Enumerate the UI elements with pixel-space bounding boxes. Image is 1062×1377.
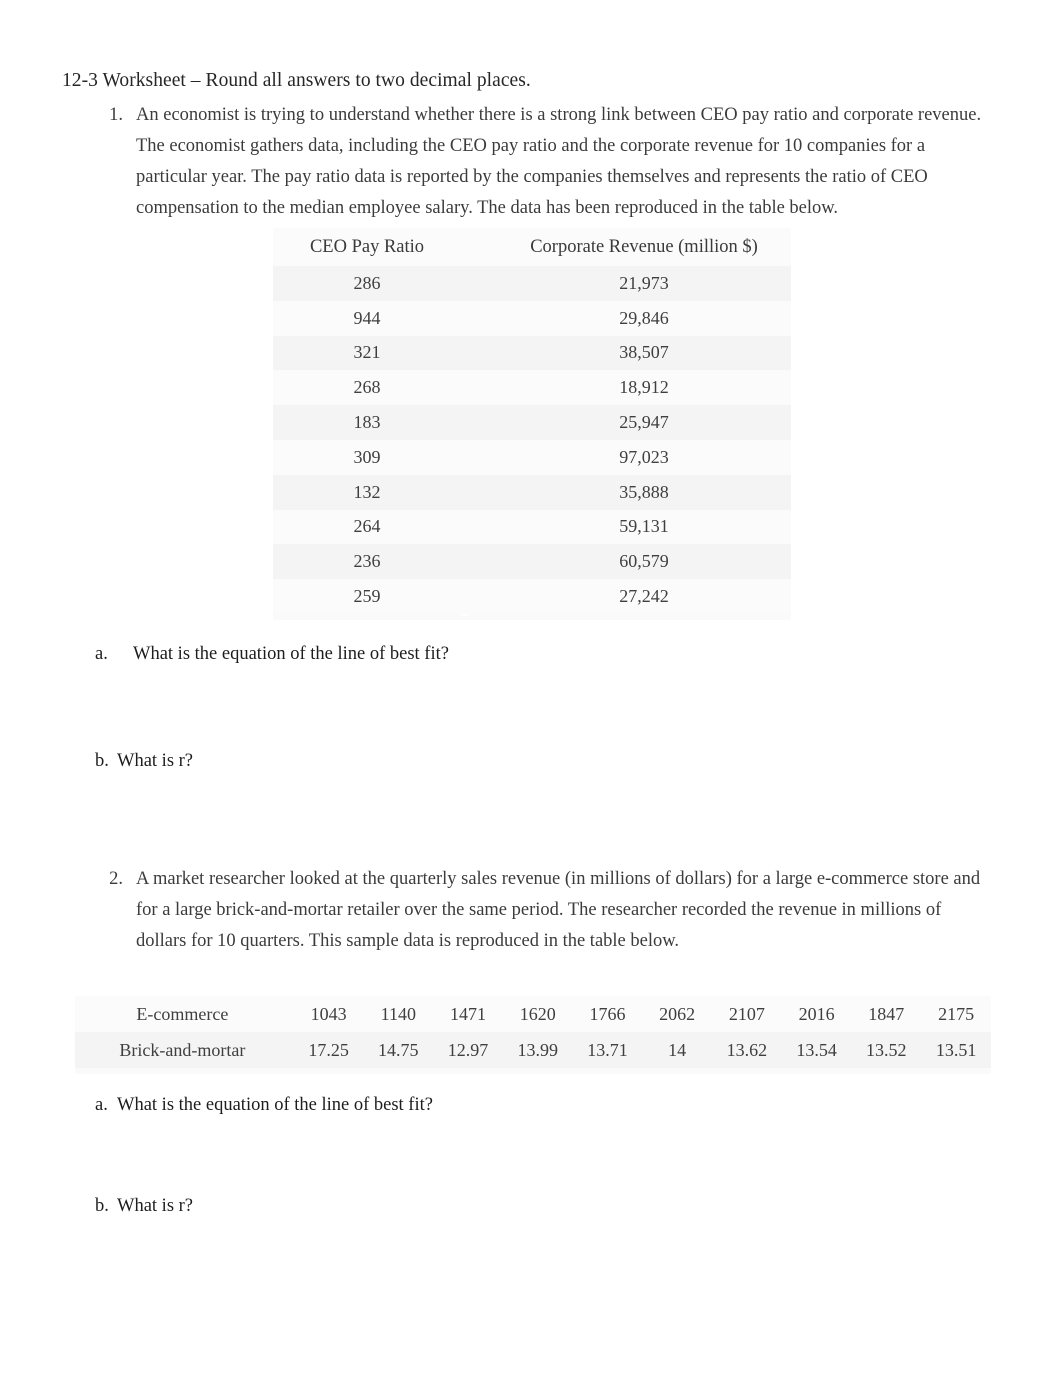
sub-item-text: What is the equation of the line of best… (133, 644, 449, 664)
cell-pay-ratio: 259 (353, 586, 381, 607)
table-row: 309 97,023 (273, 440, 791, 475)
column-spacer (461, 475, 497, 510)
cell-ecommerce-q5: 1766 (589, 1003, 626, 1024)
question-1-sub-b: b. What is r? (95, 747, 193, 775)
cell-brick-q7: 13.62 (726, 1039, 768, 1060)
question-1-sub-a: a. What is the equation of the line of be… (95, 640, 449, 668)
column-spacer (461, 579, 497, 614)
cell-ecommerce-q4: 1620 (519, 1003, 556, 1024)
cell-brick-q4: 13.99 (517, 1039, 558, 1060)
page-title: 12-3 Worksheet – Round all answers to tw… (62, 70, 531, 91)
cell-pay-ratio: 183 (353, 412, 381, 433)
column-spacer (461, 228, 497, 266)
cell-brick-q2: 14.75 (378, 1039, 419, 1060)
cell-pay-ratio: 286 (353, 272, 381, 293)
column-spacer (461, 266, 497, 301)
cell-revenue: 35,888 (619, 481, 669, 502)
column-header-ceo-pay-ratio: CEO Pay Ratio (309, 236, 425, 257)
column-spacer (461, 544, 497, 579)
table-row: 944 29,846 (273, 301, 791, 336)
cell-brick-q1: 17.25 (308, 1039, 349, 1060)
worksheet-page: 12-3 Worksheet – Round all answers to tw… (0, 0, 1062, 1377)
question-2-sub-a: a. What is the equation of the line of be… (95, 1091, 433, 1119)
cell-pay-ratio: 264 (353, 516, 381, 537)
cell-brick-q8: 13.54 (796, 1039, 837, 1060)
table-header-row: CEO Pay Ratio Corporate Revenue (million… (273, 228, 791, 266)
question-1-number: 1. (109, 105, 123, 125)
cell-revenue: 27,242 (619, 586, 669, 607)
cell-revenue: 21,973 (619, 272, 669, 293)
question-2-text: A market researcher looked at the quarte… (136, 869, 981, 951)
column-spacer (461, 370, 497, 405)
cell-brick-q3: 12.97 (447, 1039, 489, 1060)
ceo-pay-ratio-table: CEO Pay Ratio Corporate Revenue (million… (273, 228, 791, 614)
table-row: 321 38,507 (273, 335, 791, 371)
row-label-brick-and-mortar: Brick-and-mortar (119, 1039, 246, 1060)
column-spacer (461, 336, 497, 371)
sub-item-letter: b. (95, 1196, 109, 1216)
cell-ecommerce-q9: 1847 (868, 1003, 905, 1024)
column-spacer (461, 510, 497, 545)
cell-revenue: 59,131 (619, 516, 669, 537)
question-2-sub-b: b. What is r? (95, 1192, 193, 1220)
cell-pay-ratio: 944 (353, 307, 381, 328)
table-row: 286 21,973 (273, 266, 791, 301)
table-row: 132 35,888 (273, 474, 791, 510)
cell-ecommerce-q2: 1140 (380, 1003, 416, 1024)
table-row: 236 60,579 (273, 544, 791, 580)
table-row: 264 59,131 (273, 510, 791, 545)
cell-pay-ratio: 236 (353, 551, 381, 572)
quarterly-revenue-table: E-commerce 1043 1140 1471 1620 1766 2062… (75, 996, 991, 1068)
cell-brick-q5: 13.71 (587, 1039, 628, 1060)
cell-ecommerce-q7: 2107 (728, 1003, 765, 1024)
table-row: 268 18,912 (273, 370, 791, 405)
cell-ecommerce-q3: 1471 (450, 1003, 487, 1024)
cell-brick-q10: 13.51 (935, 1039, 977, 1060)
cell-revenue: 29,846 (619, 307, 669, 328)
question-1: 1. An economist is trying to understand … (95, 100, 985, 224)
table-row: 183 25,947 (273, 405, 791, 440)
cell-pay-ratio: 309 (353, 446, 381, 467)
cell-revenue: 60,579 (619, 551, 669, 572)
table-row: 259 27,242 (273, 579, 791, 614)
cell-revenue: 18,912 (619, 377, 669, 398)
column-header-corporate-revenue: Corporate Revenue (million $) (530, 236, 758, 257)
question-1-text: An economist is trying to understand whe… (136, 105, 982, 218)
cell-revenue: 97,023 (619, 446, 669, 467)
table-row-ecommerce: E-commerce 1043 1140 1471 1620 1766 2062… (75, 996, 991, 1032)
cell-revenue: 38,507 (619, 342, 669, 363)
cell-pay-ratio: 132 (353, 481, 381, 502)
cell-ecommerce-q8: 2016 (798, 1003, 835, 1024)
cell-brick-q6: 14 (668, 1039, 687, 1060)
cell-pay-ratio: 321 (353, 342, 381, 363)
cell-pay-ratio: 268 (353, 377, 381, 398)
question-2-number: 2. (109, 869, 123, 889)
question-2: 2. A market researcher looked at the qua… (95, 864, 985, 957)
column-spacer (461, 440, 497, 475)
cell-ecommerce-q6: 2062 (659, 1003, 696, 1024)
cell-ecommerce-q10: 2175 (938, 1003, 975, 1024)
cell-ecommerce-q1: 1043 (310, 1003, 347, 1024)
column-spacer (461, 405, 497, 440)
sub-item-text: What is r? (117, 751, 194, 771)
sub-item-letter: a. (95, 644, 108, 664)
column-spacer (461, 301, 497, 336)
sub-item-letter: a. (95, 1095, 108, 1115)
sub-item-text: What is r? (117, 1196, 194, 1216)
table-row-brick-and-mortar: Brick-and-mortar 17.25 14.75 12.97 13.99… (75, 1032, 991, 1068)
row-label-ecommerce: E-commerce (136, 1003, 229, 1024)
sub-item-letter: b. (95, 751, 109, 771)
cell-revenue: 25,947 (619, 412, 669, 433)
sub-item-text: What is the equation of the line of best… (117, 1095, 433, 1115)
cell-brick-q9: 13.52 (866, 1039, 907, 1060)
